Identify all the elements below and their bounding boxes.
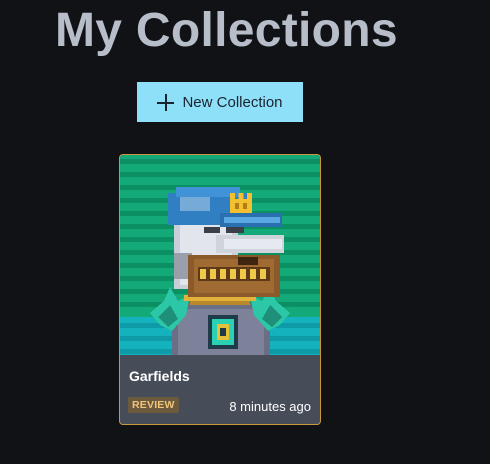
updated-timestamp: 8 minutes ago bbox=[229, 399, 311, 414]
collection-card[interactable]: Garfields REVIEW 8 minutes ago bbox=[119, 154, 321, 425]
collection-name: Garfields bbox=[129, 368, 190, 384]
page-title: My Collections bbox=[55, 4, 398, 57]
new-collection-label: New Collection bbox=[182, 93, 283, 111]
status-badge: REVIEW bbox=[128, 397, 179, 413]
plus-icon bbox=[157, 93, 175, 111]
collection-thumbnail bbox=[120, 155, 320, 355]
collections-page: My Collections New Collection Garfields … bbox=[0, 0, 490, 464]
card-footer: Garfields REVIEW 8 minutes ago bbox=[120, 355, 320, 424]
new-collection-button[interactable]: New Collection bbox=[137, 82, 303, 122]
